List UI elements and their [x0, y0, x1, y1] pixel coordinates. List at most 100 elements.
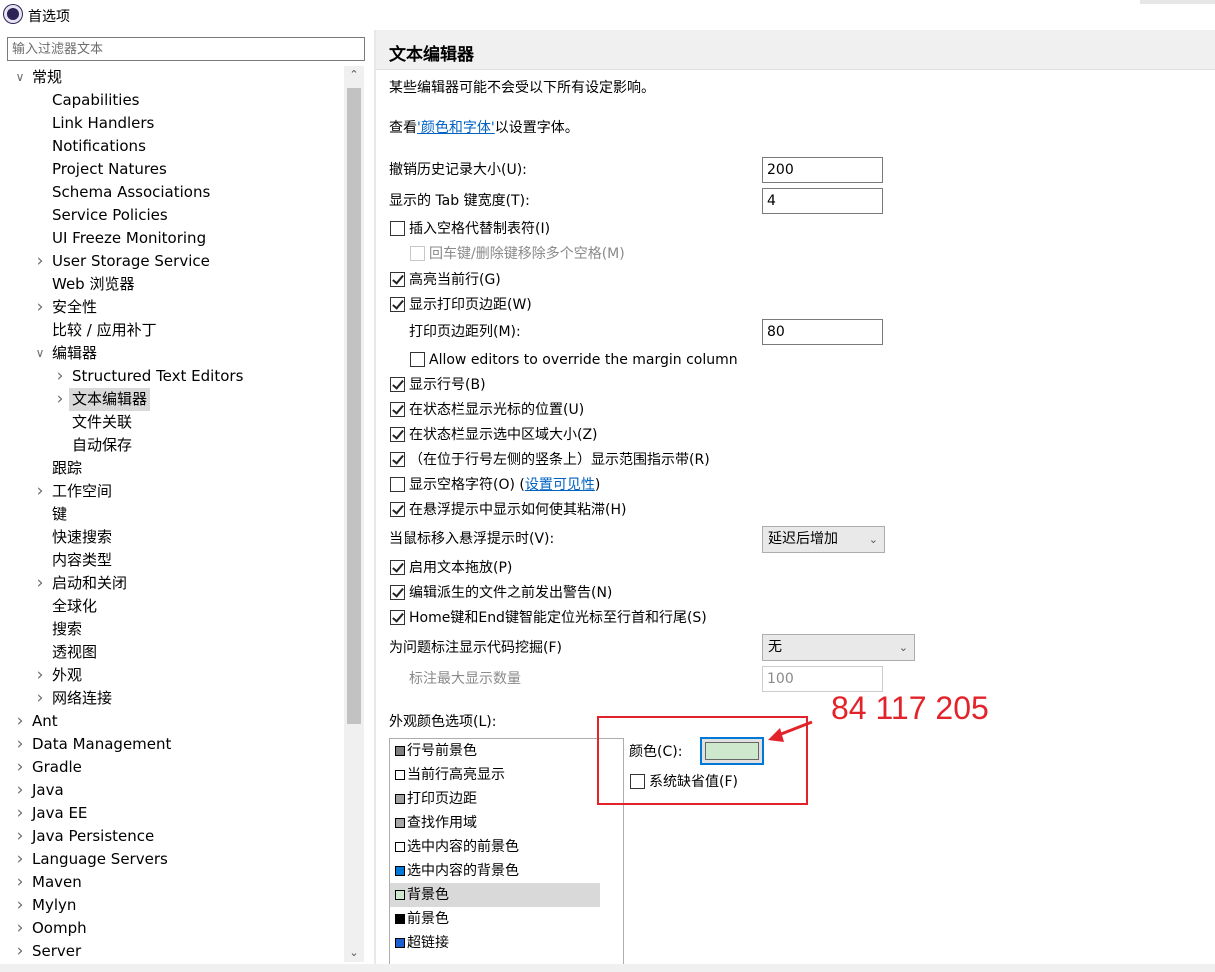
chevron-right-icon[interactable]: › [14, 779, 26, 802]
insert-spaces-checkbox[interactable] [390, 221, 405, 236]
tree-item[interactable]: › User Storage Service [0, 250, 344, 273]
max-annotations-input[interactable] [762, 666, 883, 692]
status-cursor-checkbox[interactable] [390, 402, 405, 417]
backspace-spaces-checkbox[interactable] [410, 246, 425, 261]
code-mining-label: 为问题标注显示代码挖掘(F) [389, 640, 562, 656]
whitespace-visibility-link[interactable]: 设置可见性 [525, 477, 595, 493]
color-list-item[interactable]: 前景色 [390, 907, 600, 931]
chevron-right-icon[interactable]: › [54, 388, 66, 411]
color-list-item[interactable]: 选中内容的背景色 [390, 859, 600, 883]
margin-column-input[interactable] [762, 319, 883, 345]
tree-item[interactable]: › Data Management [0, 733, 344, 756]
tree-item[interactable]: › Maven [0, 871, 344, 894]
tab-width-input[interactable] [762, 188, 883, 214]
tree-item[interactable]: 内容类型 [0, 549, 344, 572]
chevron-right-icon[interactable]: › [34, 480, 46, 503]
tree-item[interactable]: › Java Persistence [0, 825, 344, 848]
drag-drop-checkbox[interactable] [390, 560, 405, 575]
tree-item[interactable]: › 外观 [0, 664, 344, 687]
show-whitespace-line: 显示空格字符(O) (设置可见性) [409, 475, 600, 495]
chevron-right-icon[interactable]: › [34, 687, 46, 710]
smart-home-end-checkbox[interactable] [390, 610, 405, 625]
tree-item[interactable]: 搜索 [0, 618, 344, 641]
range-indicator-checkbox[interactable] [390, 452, 405, 467]
tree-item[interactable]: 比较 / 应用补丁 [0, 319, 344, 342]
chevron-down-icon[interactable]: ∨ [34, 342, 46, 365]
tree-item[interactable]: ∨ 常规 [0, 66, 344, 89]
tree-item[interactable]: Schema Associations [0, 181, 344, 204]
tree-item[interactable]: 自动保存 [0, 434, 344, 457]
tree-item[interactable]: 全球化 [0, 595, 344, 618]
tree-item[interactable]: ∨ 编辑器 [0, 342, 344, 365]
hover-behavior-select[interactable]: 延迟后增加 ⌄ [762, 526, 885, 553]
color-list-item[interactable]: 超链接 [390, 931, 600, 955]
tree-item[interactable]: › Java EE [0, 802, 344, 825]
chevron-right-icon[interactable]: › [14, 802, 26, 825]
chevron-right-icon[interactable]: › [14, 940, 26, 962]
tree-item[interactable]: › Mylyn [0, 894, 344, 917]
show-line-numbers-checkbox[interactable] [390, 377, 405, 392]
highlight-line-checkbox[interactable] [390, 272, 405, 287]
scroll-down-icon[interactable]: ⌄ [344, 944, 364, 962]
tree-item[interactable]: › 启动和关闭 [0, 572, 344, 595]
tree-item[interactable]: Link Handlers [0, 112, 344, 135]
scrollbar-thumb[interactable] [347, 88, 361, 724]
chevron-right-icon[interactable]: › [34, 296, 46, 319]
chevron-right-icon[interactable]: › [14, 871, 26, 894]
tree-item[interactable]: Capabilities [0, 89, 344, 112]
color-list-item[interactable]: 行号前景色 [390, 739, 600, 763]
chevron-right-icon[interactable]: › [14, 710, 26, 733]
color-list-item[interactable]: 背景色 [390, 883, 600, 907]
tree-item[interactable]: 透视图 [0, 641, 344, 664]
chevron-right-icon[interactable]: › [34, 664, 46, 687]
chevron-right-icon[interactable]: › [54, 365, 66, 388]
chevron-right-icon[interactable]: › [14, 733, 26, 756]
scroll-up-icon[interactable]: ⌃ [344, 66, 364, 84]
color-list-item[interactable]: 选中内容的前景色 [390, 835, 600, 859]
chevron-right-icon[interactable]: › [14, 894, 26, 917]
show-whitespace-checkbox[interactable] [390, 477, 405, 492]
tree-item[interactable]: Web 浏览器 [0, 273, 344, 296]
filter-input[interactable] [7, 37, 365, 61]
warn-derived-checkbox[interactable] [390, 585, 405, 600]
colors-fonts-link[interactable]: '颜色和字体' [417, 120, 495, 136]
tree-item[interactable]: 跟踪 [0, 457, 344, 480]
tree-item[interactable]: › Structured Text Editors [0, 365, 344, 388]
undo-history-input[interactable] [762, 157, 883, 183]
chevron-right-icon[interactable]: › [14, 825, 26, 848]
color-list-item[interactable]: 当前行高亮显示 [390, 763, 600, 787]
tree-item[interactable]: 文件关联 [0, 411, 344, 434]
tree-item[interactable]: Project Natures [0, 158, 344, 181]
allow-override-checkbox[interactable] [410, 352, 425, 367]
tree-item[interactable]: UI Freeze Monitoring [0, 227, 344, 250]
tree-item[interactable]: › Ant [0, 710, 344, 733]
color-list-item[interactable]: 打印页边距 [390, 787, 600, 811]
tree-item[interactable]: Notifications [0, 135, 344, 158]
tree-item[interactable]: › 文本编辑器 [0, 388, 344, 411]
tree-item[interactable]: › Language Servers [0, 848, 344, 871]
tree-item[interactable]: › 网络连接 [0, 687, 344, 710]
tree-item[interactable]: 快速搜索 [0, 526, 344, 549]
chevron-right-icon[interactable]: › [14, 917, 26, 940]
tree-item[interactable]: 键 [0, 503, 344, 526]
tree-scrollbar[interactable]: ⌃ ⌄ [344, 66, 364, 962]
tree-item[interactable]: › Oomph [0, 917, 344, 940]
tree-item[interactable]: › Java [0, 779, 344, 802]
appearance-color-list[interactable]: 行号前景色 当前行高亮显示 打印页边距 查找作用域 选中内容的前景色 选中内容的背景色 背景… [389, 738, 624, 964]
show-margin-checkbox[interactable] [390, 297, 405, 312]
chevron-right-icon[interactable]: › [14, 756, 26, 779]
tree-item[interactable]: Service Policies [0, 204, 344, 227]
chevron-right-icon[interactable]: › [34, 250, 46, 273]
color-list-item[interactable]: 查找作用域 [390, 811, 600, 835]
tree-item[interactable]: › 工作空间 [0, 480, 344, 503]
chevron-down-icon[interactable]: ∨ [14, 66, 26, 89]
tree-item[interactable]: › 安全性 [0, 296, 344, 319]
chevron-right-icon[interactable]: › [14, 848, 26, 871]
color-swatch-icon [395, 842, 405, 852]
chevron-right-icon[interactable]: › [34, 572, 46, 595]
code-mining-select[interactable]: 无 ⌄ [762, 634, 915, 661]
sticky-hover-checkbox[interactable] [390, 502, 405, 517]
status-selection-checkbox[interactable] [390, 427, 405, 442]
tree-item[interactable]: › Server [0, 940, 344, 962]
tree-item[interactable]: › Gradle [0, 756, 344, 779]
